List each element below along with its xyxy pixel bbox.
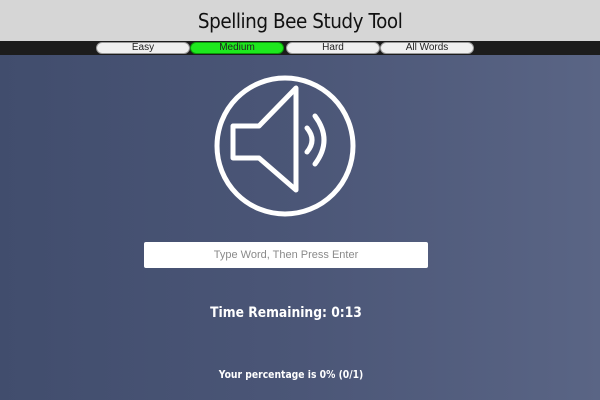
app-title: Spelling Bee Study Tool [197,8,403,33]
percentage-label: Your percentage is 0% (0/1) [218,369,364,381]
app-page: Spelling Bee Study Tool Easy Medium Hard… [0,0,600,400]
tab-hard[interactable]: Hard [286,42,380,54]
time-remaining-label: Time Remaining: 0:13 [210,305,362,321]
speaker-icon[interactable] [213,74,357,218]
tab-all-words[interactable]: All Words [380,42,474,54]
difficulty-tab-bar: Easy Medium Hard All Words [0,41,600,55]
word-input[interactable] [144,242,428,268]
app-header: Spelling Bee Study Tool [0,0,600,41]
tab-easy[interactable]: Easy [96,42,190,54]
tab-medium[interactable]: Medium [190,42,284,54]
